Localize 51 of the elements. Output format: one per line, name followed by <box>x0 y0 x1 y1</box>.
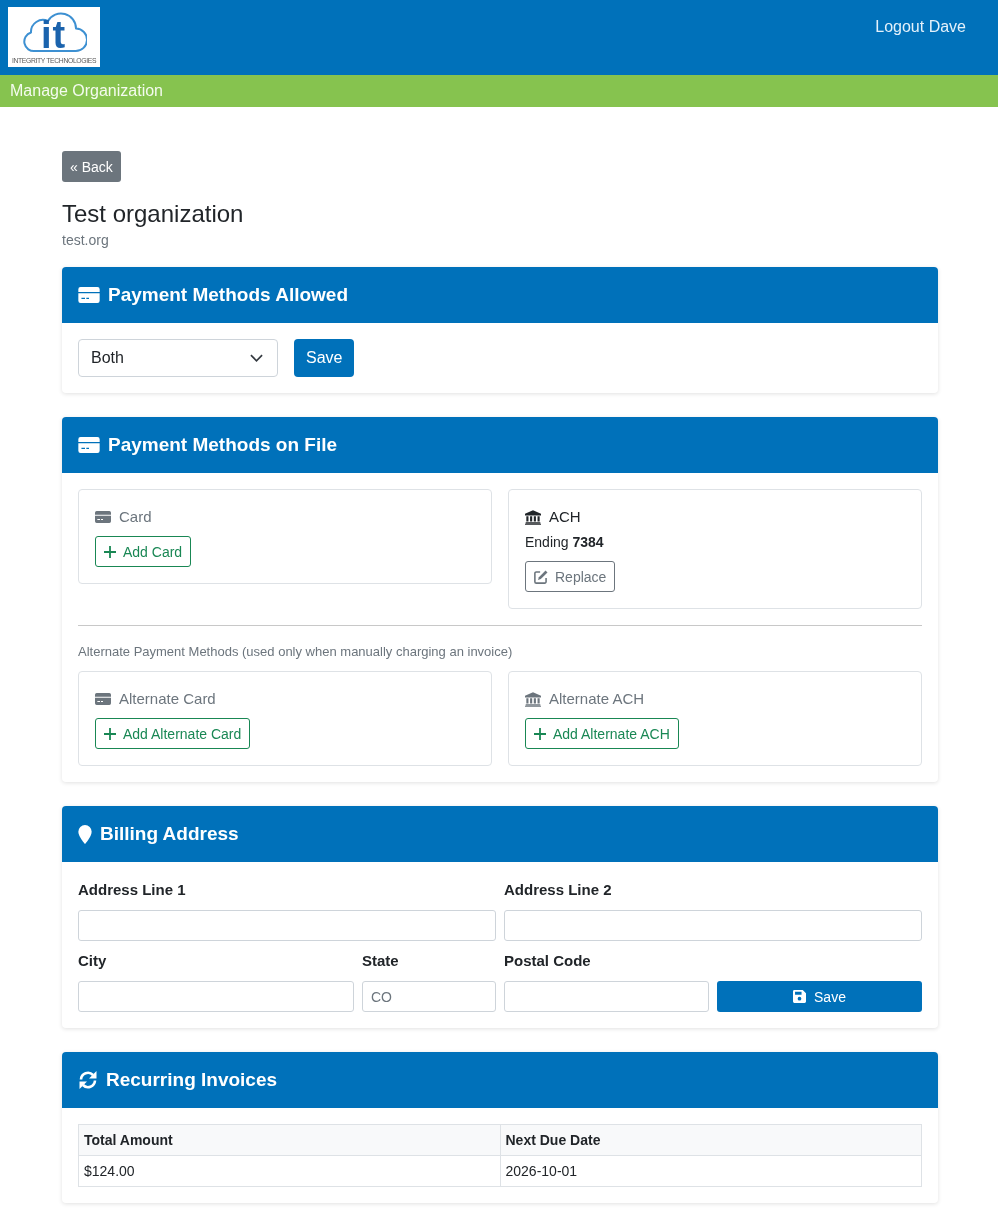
card-title: Payment Methods on File <box>108 433 338 457</box>
logout-link[interactable]: Logout Dave <box>875 17 966 37</box>
field-label: Address Line 1 <box>78 880 186 900</box>
payment-methods-select[interactable]: Both <box>78 339 278 377</box>
payment-method-label: Card <box>119 507 152 527</box>
save-button[interactable]: Save <box>294 339 355 377</box>
card-title: Payment Methods Allowed <box>108 283 348 307</box>
text-input-field[interactable] <box>78 910 496 941</box>
map-marker-icon <box>78 824 92 844</box>
payment-method-label: Alternate ACH <box>549 689 645 709</box>
add-payment-button[interactable]: Add Card <box>95 536 192 567</box>
field-label: City <box>78 951 107 971</box>
column-header: Total Amount <box>78 1124 500 1156</box>
logo-letters: it <box>41 18 67 52</box>
table-cell: 2026-10-01 <box>500 1155 922 1187</box>
table-cell: $124.00 <box>78 1155 500 1187</box>
bank-icon <box>525 509 541 525</box>
credit-card-icon <box>95 511 111 523</box>
add-payment-button[interactable]: Add Alternate ACH <box>525 718 679 749</box>
replace-button[interactable]: Replace <box>525 561 616 592</box>
credit-card-icon <box>78 437 100 453</box>
card-title: Recurring Invoices <box>106 1068 278 1092</box>
save-button[interactable]: Save <box>717 981 922 1012</box>
plus-icon <box>104 545 116 558</box>
card-title: Billing Address <box>100 822 239 846</box>
alternate-methods-note: Alternate Payment Methods (used only when manually charging an invoice) <box>78 643 514 661</box>
credit-card-icon <box>78 287 100 303</box>
plus-icon <box>104 727 116 740</box>
edit-icon <box>534 569 548 584</box>
save-icon <box>793 990 807 1003</box>
organization-domain: test.org <box>62 231 110 249</box>
sync-icon <box>78 1070 98 1090</box>
page-title: Manage Organization <box>10 81 163 101</box>
column-header: Next Due Date <box>500 1124 922 1156</box>
organization-name: Test organization <box>62 199 245 228</box>
account-ending-text: Ending 7384 <box>525 533 604 552</box>
add-payment-button[interactable]: Add Alternate Card <box>95 718 251 749</box>
text-input-field[interactable] <box>504 910 922 941</box>
chevron-down-icon <box>250 354 263 362</box>
payment-method-label: Alternate Card <box>119 689 216 709</box>
back-button[interactable]: « Back <box>62 151 121 182</box>
payment-method-label: ACH <box>549 507 581 527</box>
field-label: Postal Code <box>504 951 591 971</box>
field-label: State <box>362 951 399 971</box>
plus-icon <box>534 727 546 740</box>
text-input-field[interactable]: CO <box>362 981 496 1012</box>
text-input-field[interactable] <box>504 981 709 1012</box>
bank-icon <box>525 691 541 707</box>
field-label: Address Line 2 <box>504 880 612 900</box>
text-input-field[interactable] <box>78 981 354 1012</box>
credit-card-icon <box>95 693 111 705</box>
